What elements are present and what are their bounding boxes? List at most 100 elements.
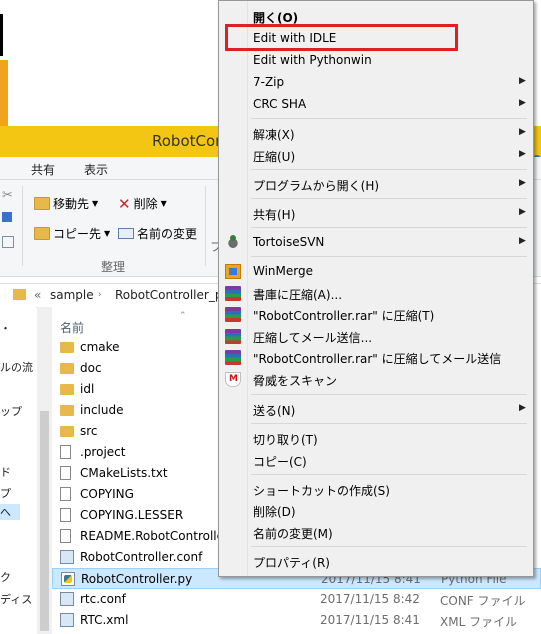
menu-item-label: 圧縮してメール送信...	[253, 331, 373, 345]
menu-separator	[251, 474, 527, 475]
menu-item-label: 脅威をスキャン	[253, 374, 338, 388]
menu-item-compress[interactable]: 圧縮(U) ▶	[221, 145, 531, 166]
menu-item-compress-to-rar-and-email[interactable]: "RobotController.rar" に圧縮してメール送信	[221, 347, 531, 368]
winrar-icon	[225, 286, 241, 301]
submenu-arrow-icon: ▶	[519, 207, 526, 217]
menu-item-compress-and-email[interactable]: 圧縮してメール送信...	[221, 326, 531, 347]
file-icon	[60, 487, 71, 501]
file-name: rtc.conf	[80, 592, 126, 606]
folder-icon	[34, 197, 50, 210]
nav-item[interactable]: ルの流	[0, 359, 33, 375]
menu-item-label: プロパティ(R)	[253, 556, 330, 570]
menu-item-crc-sha[interactable]: CRC SHA ▶	[221, 94, 531, 115]
submenu-arrow-icon: ▶	[519, 98, 526, 108]
tab-view[interactable]: 表示	[84, 161, 108, 178]
file-row[interactable]: rtc.conf 2017/11/15 8:42 CONF ファイル	[52, 589, 541, 610]
breadcrumb-overflow[interactable]: «	[34, 288, 41, 302]
nav-item[interactable]: ップ	[0, 403, 22, 419]
file-name: COPYING	[80, 487, 134, 501]
menu-item-add-to-archive[interactable]: 書庫に圧縮(A)...	[221, 283, 531, 304]
menu-separator	[251, 118, 527, 119]
copy-path-icon[interactable]	[2, 212, 12, 222]
tortoisesvn-icon	[225, 235, 241, 250]
file-name: README.RobotControlle	[80, 529, 225, 543]
sort-up-icon: ⌃	[179, 311, 187, 321]
menu-item-rename[interactable]: 名前の変更(M)	[221, 522, 531, 543]
window-edge	[0, 14, 3, 56]
context-menu: 開く(O) Edit with IDLE Edit with Pythonwin…	[218, 0, 534, 577]
menu-item-7zip[interactable]: 7-Zip ▶	[221, 72, 531, 93]
menu-item-label: 名前の変更(M)	[253, 527, 333, 541]
move-to-button[interactable]: 移動先 ▼	[34, 195, 98, 212]
menu-separator	[251, 198, 527, 199]
menu-item-label: 解凍(X)	[253, 128, 295, 142]
scrollbar-thumb[interactable]	[40, 411, 49, 631]
file-name: include	[80, 403, 124, 417]
copy-to-button[interactable]: コピー先 ▼	[34, 225, 110, 242]
breadcrumb-sample[interactable]: sample	[50, 288, 94, 302]
menu-item-label: 7-Zip	[253, 75, 285, 89]
delete-icon: ✕	[118, 194, 131, 213]
mcafee-icon	[225, 372, 241, 387]
menu-item-add-to-rar[interactable]: "RobotController.rar" に圧縮(T)	[221, 304, 531, 325]
folder-icon	[60, 363, 74, 374]
nav-scrollbar[interactable]	[37, 307, 52, 634]
window-edge-accent	[0, 60, 8, 126]
menu-item-label: 削除(D)	[253, 505, 296, 519]
file-name: RTC.xml	[80, 613, 129, 627]
menu-item-properties[interactable]: プロパティ(R)	[221, 551, 531, 572]
menu-item-winmerge[interactable]: WinMerge	[221, 261, 531, 282]
menu-item-create-shortcut[interactable]: ショートカットの作成(S)	[221, 479, 531, 500]
submenu-arrow-icon: ▶	[519, 127, 526, 137]
file-date: 2017/11/15 8:42	[320, 592, 420, 606]
menu-item-label: 圧縮(U)	[253, 150, 296, 164]
column-header-name[interactable]: 名前	[60, 319, 84, 336]
menu-item-cut[interactable]: 切り取り(T)	[221, 428, 531, 449]
file-type: CONF ファイル	[440, 594, 526, 608]
submenu-arrow-icon: ▶	[519, 178, 526, 188]
chevron-down-icon: ▼	[92, 199, 99, 208]
menu-item-delete[interactable]: 削除(D)	[221, 500, 531, 521]
menu-item-label: "RobotController.rar" に圧縮(T)	[253, 309, 435, 323]
winmerge-icon	[225, 264, 241, 279]
nav-item[interactable]: ク	[0, 569, 11, 585]
nav-item[interactable]: ・	[0, 320, 11, 336]
menu-item-copy[interactable]: コピー(C)	[221, 450, 531, 471]
file-name: cmake	[80, 340, 120, 354]
folder-icon	[60, 405, 74, 416]
cut-icon[interactable]: ✂	[2, 188, 13, 203]
tab-share[interactable]: 共有	[31, 161, 55, 178]
menu-item-tortoisesvn[interactable]: TortoiseSVN ▶	[221, 232, 531, 253]
menu-item-scan-threats[interactable]: 脅威をスキャン	[221, 369, 531, 390]
winrar-icon	[225, 307, 241, 322]
menu-item-label: 切り取り(T)	[253, 433, 318, 447]
menu-item-edit-with-pythonwin[interactable]: Edit with Pythonwin	[221, 50, 531, 71]
nav-item[interactable]: ディス	[0, 591, 32, 607]
menu-item-label: コピー(C)	[253, 455, 307, 469]
file-name: CMakeLists.txt	[80, 466, 168, 480]
chevron-down-icon: ▼	[104, 229, 111, 238]
menu-item-extract[interactable]: 解凍(X) ▶	[221, 123, 531, 144]
menu-item-label: 共有(H)	[253, 208, 296, 222]
file-name: RobotController.conf	[80, 550, 203, 564]
nav-item[interactable]: プ	[0, 485, 11, 501]
delete-button[interactable]: ✕ 削除 ▼	[118, 195, 167, 212]
file-name: src	[80, 424, 98, 438]
paste-shortcut-icon[interactable]	[2, 236, 14, 248]
nav-item[interactable]: ド	[0, 464, 11, 480]
file-icon	[60, 445, 71, 459]
breadcrumb-robotcontroller[interactable]: RobotController_p	[115, 288, 222, 302]
nav-item-selected[interactable]: へ	[0, 504, 20, 520]
menu-item-send-to[interactable]: 送る(N) ▶	[221, 399, 531, 420]
menu-separator	[251, 169, 527, 170]
rename-button[interactable]: 名前の変更	[118, 225, 197, 242]
menu-item-share[interactable]: 共有(H) ▶	[221, 203, 531, 224]
menu-separator	[251, 546, 527, 547]
file-icon	[60, 529, 71, 543]
menu-item-open-with[interactable]: プログラムから開く(H) ▶	[221, 174, 531, 195]
file-row[interactable]: RTC.xml 2017/11/15 8:41 XML ファイル	[52, 610, 541, 631]
move-to-label: 移動先	[53, 197, 90, 211]
winrar-icon	[225, 350, 241, 365]
chevron-right-icon: ›	[98, 290, 102, 300]
menu-item-label: CRC SHA	[253, 97, 307, 111]
